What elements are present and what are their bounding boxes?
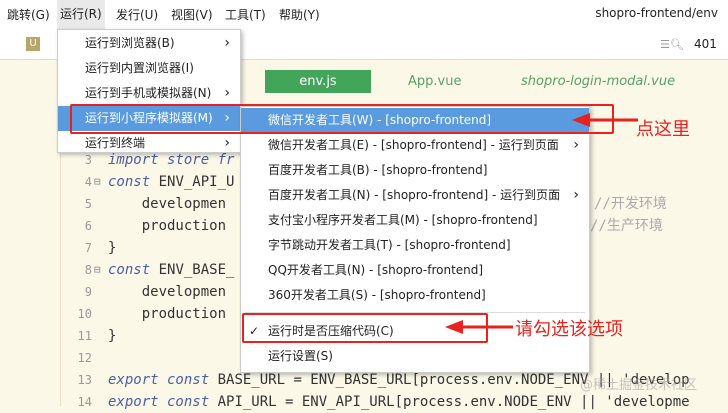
tab-env-js[interactable]: env.js	[265, 70, 371, 93]
run-menu: 运行到浏览器(B) › 运行到内置浏览器(I) 运行到手机或模拟器(N) › 运行到…	[57, 29, 241, 153]
code-comment: //生产环境	[590, 218, 663, 234]
submenu-alipay[interactable]: 支付宝小程序开发者工具(M) - [shopro-frontend]	[241, 208, 589, 233]
tab-app-vue[interactable]: App.vue	[408, 70, 461, 93]
annotation-arrow-icon	[572, 113, 638, 127]
fold-icon[interactable]: ⊟	[94, 259, 101, 281]
menu-item-run-browser[interactable]: 运行到浏览器(B) ›	[58, 31, 240, 56]
submenu-bytedance[interactable]: 字节跳动开发者工具(T) - [shopro-frontend]	[241, 233, 589, 258]
menu-bar: 跳转(G) 运行(R) 发行(U) 视图(V) 工具(T) 帮助(Y) shop…	[0, 0, 728, 29]
menu-view[interactable]: 视图(V)	[168, 6, 216, 23]
submenu-run-settings[interactable]: 运行设置(S)	[241, 344, 589, 369]
menu-jump[interactable]: 跳转(G)	[4, 6, 53, 23]
menu-help[interactable]: 帮助(Y)	[276, 6, 323, 23]
submenu-qq[interactable]: QQ开发者工具(N) - [shopro-frontend]	[241, 258, 589, 283]
menu-run[interactable]: 运行(R)	[57, 0, 105, 29]
code-line: developmen	[108, 196, 227, 212]
submenu-baidu-page[interactable]: 百度开发者工具(N) - [shopro-frontend] - 运行到页面 ›	[241, 183, 589, 208]
code-line: production	[108, 306, 227, 322]
line-count: 401	[694, 37, 717, 51]
code-line: export const API_URL = ENV_API_URL[proce…	[108, 394, 690, 410]
menu-item-run-terminal[interactable]: 运行到终端 ›	[58, 131, 240, 156]
annotation-arrow-icon	[445, 320, 513, 334]
code-line: }	[108, 328, 117, 344]
code-line: }	[108, 240, 117, 256]
menu-tools[interactable]: 工具(T)	[222, 6, 269, 23]
annotation-check-option: 请勾选该选项	[515, 319, 623, 340]
menu-item-run-phone[interactable]: 运行到手机或模拟器(N) ›	[58, 81, 240, 106]
code-line: const ENV_BASE_	[108, 262, 235, 278]
annotation-box	[70, 104, 614, 134]
submenu-wechat-page[interactable]: 微信开发者工具(E) - [shopro-frontend] - 运行到页面 ›	[241, 133, 589, 158]
menu-publish[interactable]: 发行(U)	[113, 6, 161, 23]
watermark: @稀土掘金技术社区	[580, 378, 698, 393]
fold-icon[interactable]: ⊟	[94, 171, 101, 193]
window-title: shopro-frontend/env	[595, 6, 718, 20]
search-list-icon[interactable]: ☰🔍︎	[660, 38, 684, 51]
code-line: developmen	[108, 284, 227, 300]
submenu-360[interactable]: 360开发者工具(S) - [shopro-frontend]	[241, 283, 589, 308]
project-icon[interactable]: U	[26, 37, 40, 51]
code-comment: //开发环境	[594, 196, 667, 212]
submenu-baidu[interactable]: 百度开发者工具(B) - [shopro-frontend]	[241, 158, 589, 183]
code-line: const ENV_API_U	[108, 174, 235, 190]
code-line: production	[108, 218, 227, 234]
annotation-click-here: 点这里	[636, 119, 690, 140]
menu-item-run-builtin-browser[interactable]: 运行到内置浏览器(I)	[58, 56, 240, 81]
tab-login-modal[interactable]: shopro-login-modal.vue	[521, 70, 675, 93]
